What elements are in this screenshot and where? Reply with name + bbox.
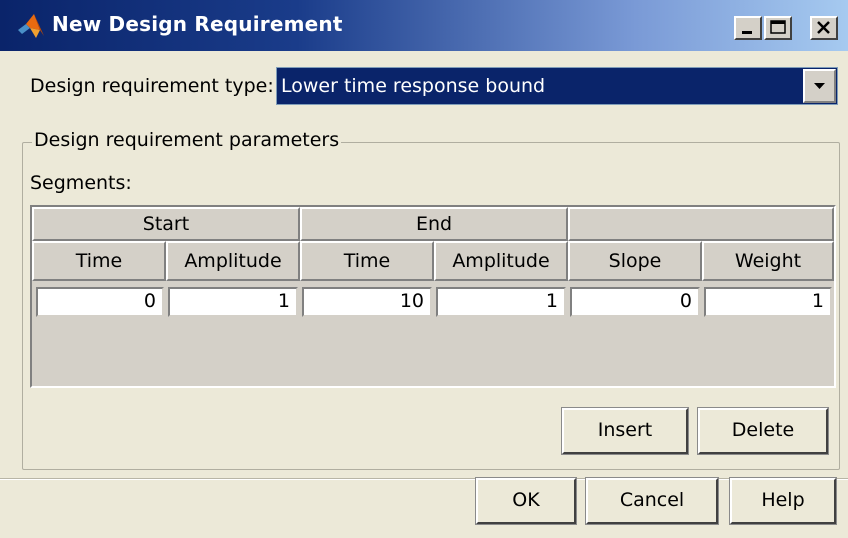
header-end: End — [300, 207, 568, 241]
cancel-button[interactable]: Cancel — [585, 477, 719, 525]
column-header-end-time[interactable]: Time — [300, 241, 434, 281]
column-header-start-amplitude[interactable]: Amplitude — [166, 241, 300, 281]
window-title: New Design Requirement — [52, 12, 343, 36]
column-header-slope[interactable]: Slope — [568, 241, 702, 281]
cell-end-amplitude[interactable]: 1 — [436, 287, 566, 317]
cell-start-amplitude[interactable]: 1 — [168, 287, 298, 317]
matlab-icon — [18, 14, 44, 38]
requirement-type-value: Lower time response bound — [281, 75, 546, 97]
minimize-button[interactable] — [734, 16, 762, 40]
segments-label: Segments: — [30, 172, 132, 194]
cell-start-time[interactable]: 0 — [36, 287, 164, 317]
close-button[interactable] — [810, 16, 838, 40]
delete-button[interactable]: Delete — [697, 407, 829, 455]
help-button[interactable]: Help — [729, 477, 837, 525]
dropdown-button[interactable] — [803, 69, 836, 103]
requirement-type-dropdown[interactable]: Lower time response bound — [276, 67, 838, 105]
cell-weight[interactable]: 1 — [704, 287, 832, 317]
title-bar[interactable]: New Design Requirement — [0, 0, 848, 51]
chevron-down-icon — [814, 83, 825, 89]
close-icon — [817, 21, 830, 34]
ok-button[interactable]: OK — [475, 477, 577, 525]
segments-table[interactable]: Start End Time Amplitude Time Amplitude … — [30, 205, 836, 388]
header-start: Start — [32, 207, 300, 241]
cell-end-time[interactable]: 10 — [302, 287, 432, 317]
minimize-icon — [742, 31, 752, 34]
requirement-type-label: Design requirement type: — [30, 75, 274, 97]
parameters-group-label: Design requirement parameters — [32, 129, 342, 151]
column-header-weight[interactable]: Weight — [702, 241, 834, 281]
maximize-icon — [770, 20, 786, 34]
column-header-end-amplitude[interactable]: Amplitude — [434, 241, 568, 281]
cell-slope[interactable]: 0 — [570, 287, 700, 317]
column-header-start-time[interactable]: Time — [32, 241, 166, 281]
header-blank — [568, 207, 834, 241]
maximize-button[interactable] — [764, 16, 792, 40]
footer-separator — [0, 478, 848, 480]
insert-button[interactable]: Insert — [561, 407, 689, 455]
